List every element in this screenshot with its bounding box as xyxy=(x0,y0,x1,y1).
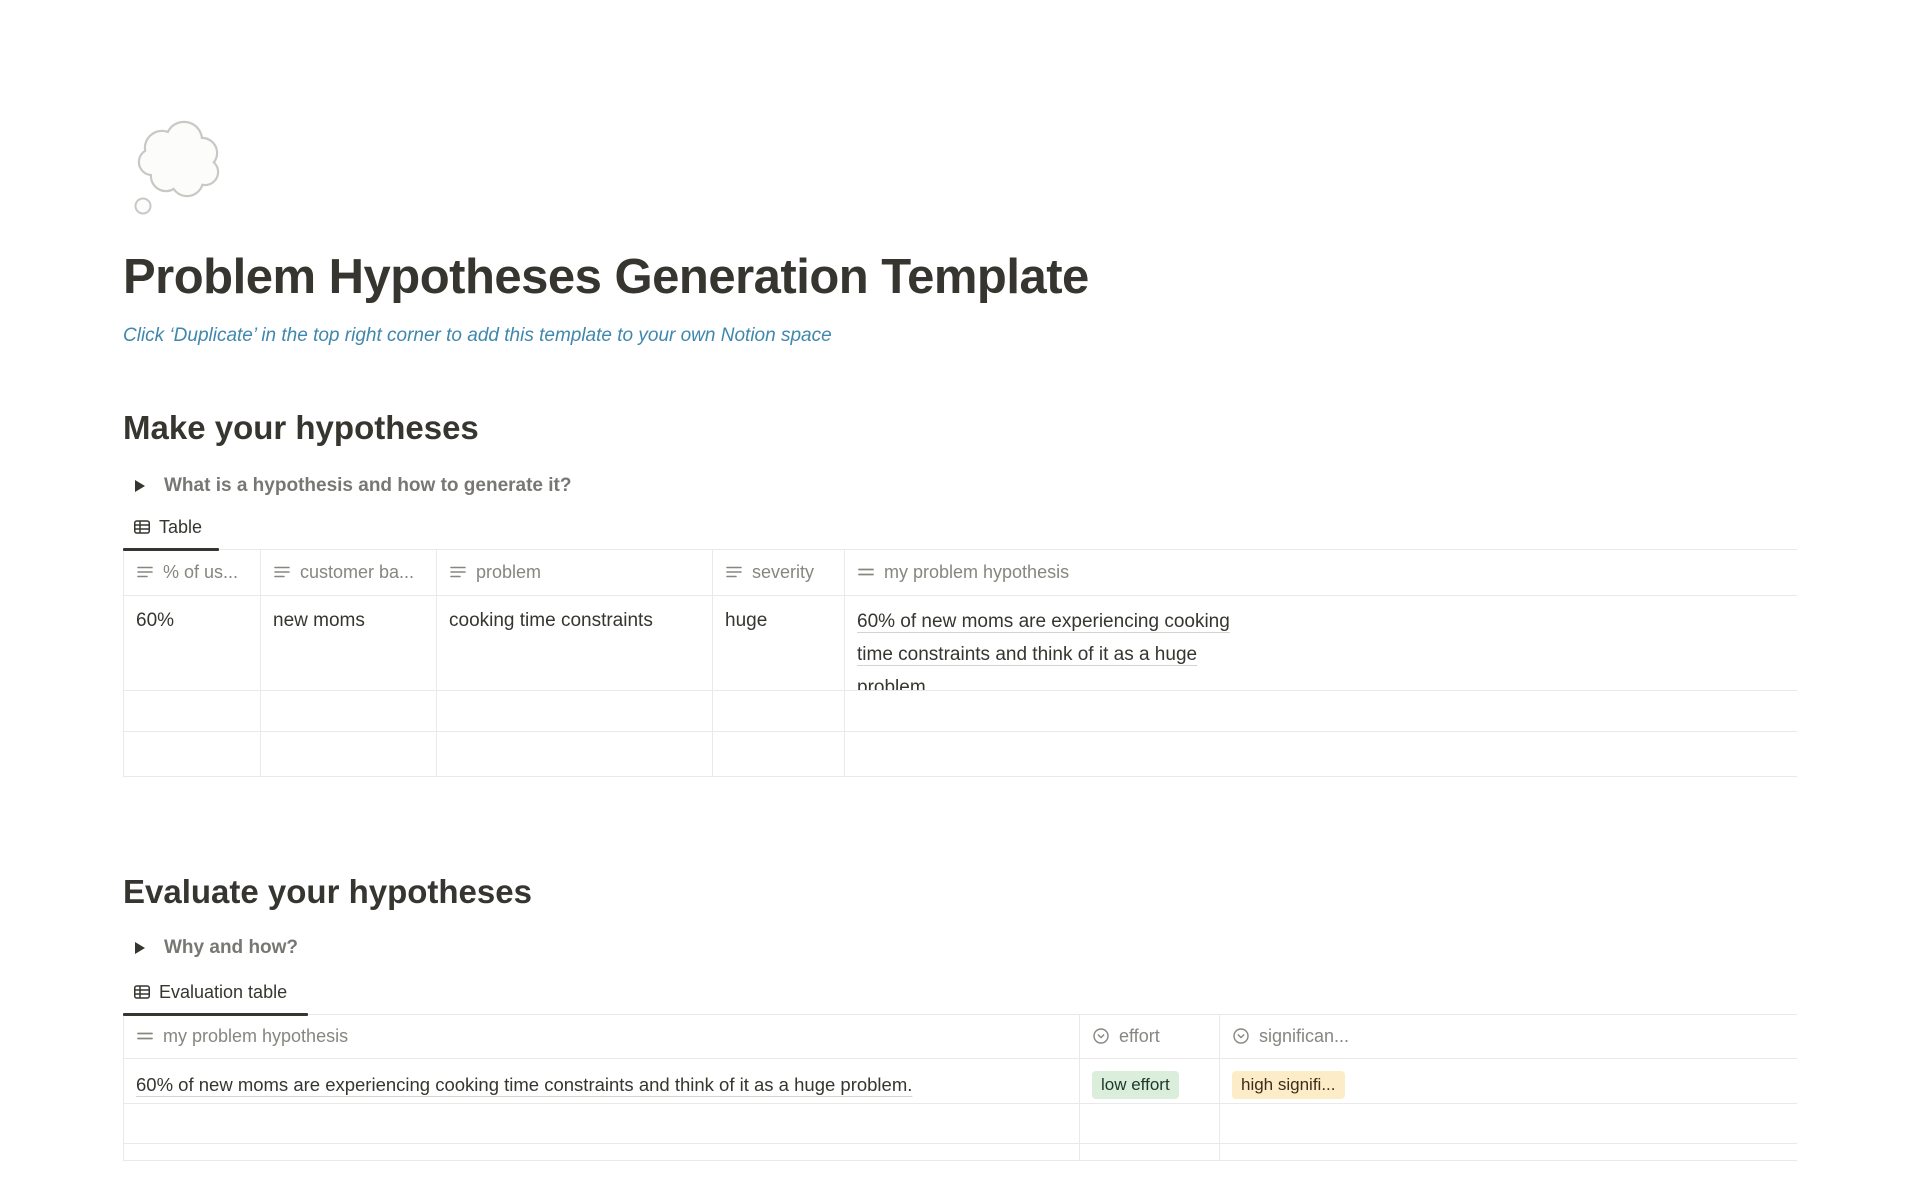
section-heading-evaluate: Evaluate your hypotheses xyxy=(123,871,1797,913)
column-header-problem[interactable]: problem xyxy=(437,550,713,595)
evaluation-table: my problem hypothesis effort significan.… xyxy=(123,1015,1797,1161)
column-header-effort[interactable]: effort xyxy=(1080,1015,1220,1058)
tab-table-view[interactable]: Table xyxy=(123,514,212,549)
column-header-significance[interactable]: significan... xyxy=(1220,1015,1797,1058)
title-property-icon xyxy=(136,1027,154,1045)
empty-cell[interactable] xyxy=(261,732,437,776)
text-property-icon xyxy=(725,563,743,581)
view-tabbar-make: Table xyxy=(123,514,1797,550)
column-header-label: severity xyxy=(752,562,814,583)
significance-badge[interactable]: high signifi... xyxy=(1232,1071,1345,1099)
column-header-label: customer ba... xyxy=(300,562,414,583)
toggle-label: What is a hypothesis and how to generate… xyxy=(164,475,572,497)
empty-cell[interactable] xyxy=(713,732,845,776)
toggle-triangle-icon[interactable] xyxy=(135,942,145,954)
empty-cell[interactable] xyxy=(124,1144,1080,1160)
empty-cell[interactable] xyxy=(713,691,845,731)
table-row: 60% new moms cooking time constraints hu… xyxy=(123,596,1797,691)
cell-severity[interactable]: huge xyxy=(713,596,845,690)
cell-problem[interactable]: cooking time constraints xyxy=(437,596,713,690)
effort-badge[interactable]: low effort xyxy=(1092,1071,1179,1099)
text-property-icon xyxy=(449,563,467,581)
tab-label: Evaluation table xyxy=(159,982,287,1011)
text-property-icon xyxy=(136,563,154,581)
empty-cell[interactable] xyxy=(124,732,261,776)
active-tab-underline xyxy=(123,548,219,551)
column-header-label: my problem hypothesis xyxy=(163,1026,348,1047)
column-header-severity[interactable]: severity xyxy=(713,550,845,595)
table-header-row: % of us... customer ba... problem severi… xyxy=(123,550,1797,596)
cell-hypothesis[interactable]: 60% of new moms are experiencing cooking… xyxy=(124,1059,1080,1103)
empty-cell[interactable] xyxy=(1220,1144,1797,1160)
toggle-label: Why and how? xyxy=(164,937,298,959)
hypotheses-table: % of us... customer ba... problem severi… xyxy=(123,550,1797,777)
select-property-icon xyxy=(1092,1027,1110,1045)
table-row: 60% of new moms are experiencing cooking… xyxy=(123,1059,1797,1104)
cell-effort[interactable]: low effort xyxy=(1080,1059,1220,1103)
column-header-label: my problem hypothesis xyxy=(884,562,1069,583)
cell-percent[interactable]: 60% xyxy=(124,596,261,690)
table-row-empty xyxy=(123,691,1797,732)
table-view-icon xyxy=(133,518,151,536)
section-heading-make: Make your hypotheses xyxy=(123,407,1797,449)
empty-cell[interactable] xyxy=(1080,1104,1220,1143)
view-tabbar-evaluate: Evaluation table xyxy=(123,979,1797,1015)
table-view-icon xyxy=(133,983,151,1001)
empty-cell[interactable] xyxy=(124,691,261,731)
column-header-label: effort xyxy=(1119,1026,1160,1047)
empty-cell[interactable] xyxy=(1080,1144,1220,1160)
toggle-triangle-icon[interactable] xyxy=(135,480,145,492)
table-header-row: my problem hypothesis effort significan.… xyxy=(123,1015,1797,1059)
empty-cell[interactable] xyxy=(124,1104,1080,1143)
column-header-hypothesis[interactable]: my problem hypothesis xyxy=(124,1015,1080,1058)
active-tab-underline xyxy=(123,1013,308,1016)
select-property-icon xyxy=(1232,1027,1250,1045)
empty-cell[interactable] xyxy=(437,691,713,731)
tab-evaluation-table-view[interactable]: Evaluation table xyxy=(123,979,297,1014)
table-row-empty xyxy=(123,732,1797,777)
text-property-icon xyxy=(273,563,291,581)
empty-cell[interactable] xyxy=(1220,1104,1797,1143)
empty-cell[interactable] xyxy=(437,732,713,776)
table-row-empty xyxy=(123,1104,1797,1144)
toggle-what-is-hypothesis[interactable]: What is a hypothesis and how to generate… xyxy=(123,472,1797,500)
empty-cell[interactable] xyxy=(845,732,1797,776)
column-header-hypothesis[interactable]: my problem hypothesis xyxy=(845,550,1797,595)
hypothesis-title-text[interactable]: 60% of new moms are experiencing cooking… xyxy=(136,1068,912,1101)
title-property-icon xyxy=(857,563,875,581)
empty-cell[interactable] xyxy=(845,691,1797,731)
page-title: Problem Hypotheses Generation Template xyxy=(123,248,1797,307)
thought-balloon-icon xyxy=(129,112,233,220)
page-icon[interactable] xyxy=(129,112,233,220)
empty-cell[interactable] xyxy=(261,691,437,731)
cell-hypothesis[interactable]: 60% of new moms are experiencing cooking… xyxy=(845,596,1797,690)
table-row-empty xyxy=(123,1144,1797,1161)
page-subtitle: Click ‘Duplicate’ in the top right corne… xyxy=(123,323,1797,348)
cell-significance[interactable]: high signifi... xyxy=(1220,1059,1797,1103)
column-header-customer-base[interactable]: customer ba... xyxy=(261,550,437,595)
column-header-percent-of-users[interactable]: % of us... xyxy=(124,550,261,595)
hypothesis-title-text[interactable]: 60% of new moms are experiencing cooking… xyxy=(857,605,1257,690)
column-header-label: problem xyxy=(476,562,541,583)
toggle-why-and-how[interactable]: Why and how? xyxy=(123,934,1797,962)
notion-page: Problem Hypotheses Generation Template C… xyxy=(0,0,1920,1161)
cell-customer-base[interactable]: new moms xyxy=(261,596,437,690)
column-header-label: significan... xyxy=(1259,1026,1349,1047)
tab-label: Table xyxy=(159,517,202,546)
column-header-label: % of us... xyxy=(163,562,238,583)
